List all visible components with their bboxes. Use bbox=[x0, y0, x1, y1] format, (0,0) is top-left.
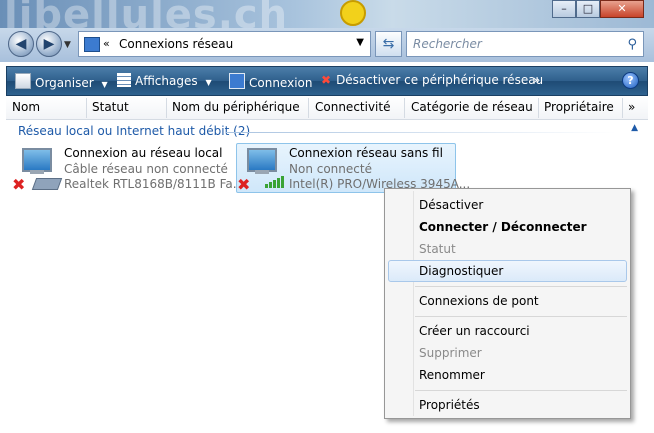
caption-buttons: – □ ✕ bbox=[552, 0, 644, 18]
connect-button[interactable]: Connexion bbox=[229, 73, 313, 90]
menu-item-create-shortcut[interactable]: Créer un raccourci bbox=[419, 324, 530, 338]
disconnected-x-icon: ✖ bbox=[237, 175, 251, 194]
menu-separator bbox=[415, 316, 627, 317]
column-device-name[interactable]: Nom du périphérique bbox=[172, 100, 300, 114]
forward-button[interactable]: ▶ bbox=[36, 31, 62, 57]
connection-status: Non connecté bbox=[289, 162, 372, 176]
breadcrumb-chevron[interactable]: « bbox=[103, 37, 110, 50]
address-bar[interactable]: « Connexions réseau ▼ bbox=[78, 31, 371, 57]
menu-item-properties[interactable]: Propriétés bbox=[419, 398, 480, 412]
menu-item-diagnose[interactable]: Diagnostiquer bbox=[419, 264, 503, 278]
connection-name: Connexion au réseau local bbox=[64, 146, 223, 160]
menu-item-delete: Supprimer bbox=[419, 346, 482, 360]
search-icon[interactable]: ⚲ bbox=[627, 37, 637, 52]
search-box[interactable]: Rechercher ⚲ bbox=[406, 31, 644, 57]
address-dropdown-icon[interactable]: ▼ bbox=[356, 37, 364, 48]
chevron-down-icon: ▼ bbox=[205, 78, 212, 87]
menu-separator bbox=[415, 390, 627, 391]
collapse-group-icon[interactable]: ▲ bbox=[631, 123, 638, 133]
menu-item-disable[interactable]: Désactiver bbox=[419, 198, 483, 212]
disable-device-button[interactable]: ✖ Désactiver ce périphérique réseau bbox=[321, 73, 543, 87]
search-placeholder: Rechercher bbox=[413, 37, 482, 51]
network-folder-icon bbox=[84, 37, 100, 52]
views-button[interactable]: Affichages ▼ bbox=[117, 73, 212, 88]
organize-button[interactable]: Organiser ▼ bbox=[15, 73, 108, 90]
refresh-button[interactable]: ⇆ bbox=[375, 31, 402, 57]
address-row: ◀ ▶ ▼ « Connexions réseau ▼ ⇆ Rechercher… bbox=[0, 28, 654, 62]
watermark-logo-icon bbox=[340, 0, 366, 26]
column-header-row: Nom Statut Nom du périphérique Connectiv… bbox=[6, 96, 648, 120]
command-bar: Organiser ▼ Affichages ▼ Connexion ✖ Désa… bbox=[6, 66, 648, 96]
column-network-category[interactable]: Catégorie de réseau bbox=[411, 100, 533, 114]
group-divider bbox=[226, 132, 616, 133]
column-name[interactable]: Nom bbox=[12, 100, 40, 114]
title-bar: libellules.ch – □ ✕ bbox=[0, 0, 654, 38]
connection-device: Realtek RTL8168B/8111B Fa... bbox=[64, 177, 245, 191]
disconnected-x-icon: ✖ bbox=[12, 175, 26, 194]
more-columns-button[interactable]: » bbox=[628, 100, 635, 114]
connection-name: Connexion réseau sans fil bbox=[289, 146, 443, 160]
menu-separator bbox=[415, 286, 627, 287]
back-button[interactable]: ◀ bbox=[8, 31, 34, 57]
context-menu: Désactiver Connecter / Déconnecter Statu… bbox=[384, 188, 631, 419]
menu-item-rename[interactable]: Renommer bbox=[419, 368, 485, 382]
more-commands-button[interactable]: » bbox=[533, 73, 540, 87]
organize-icon bbox=[15, 73, 31, 89]
menu-item-bridge-connections[interactable]: Connexions de pont bbox=[419, 294, 539, 308]
menu-item-status: Statut bbox=[419, 242, 456, 256]
minimize-button[interactable]: – bbox=[552, 0, 576, 18]
column-connectivity[interactable]: Connectivité bbox=[315, 100, 390, 114]
chevron-down-icon: ▼ bbox=[101, 80, 108, 89]
red-x-icon: ✖ bbox=[321, 73, 332, 87]
signal-strength-icon bbox=[265, 176, 284, 188]
connection-status: Câble réseau non connecté bbox=[64, 162, 228, 176]
group-header[interactable]: Réseau local ou Internet haut débit (2) bbox=[18, 124, 250, 138]
maximize-button[interactable]: □ bbox=[576, 0, 600, 18]
connection-item-wireless[interactable]: ✖ Connexion réseau sans fil Non connecté… bbox=[236, 143, 470, 194]
breadcrumb-current[interactable]: Connexions réseau bbox=[119, 37, 233, 51]
connect-icon bbox=[229, 73, 245, 89]
views-icon bbox=[117, 73, 131, 87]
connection-item-local[interactable]: ✖ Connexion au réseau local Câble réseau… bbox=[12, 144, 244, 194]
recent-pages-dropdown-icon[interactable]: ▼ bbox=[64, 40, 71, 50]
column-owner[interactable]: Propriétaire bbox=[544, 100, 614, 114]
menu-item-connect-disconnect[interactable]: Connecter / Déconnecter bbox=[419, 220, 587, 234]
close-button[interactable]: ✕ bbox=[600, 0, 644, 18]
column-status[interactable]: Statut bbox=[92, 100, 129, 114]
help-icon[interactable]: ? bbox=[622, 72, 639, 89]
